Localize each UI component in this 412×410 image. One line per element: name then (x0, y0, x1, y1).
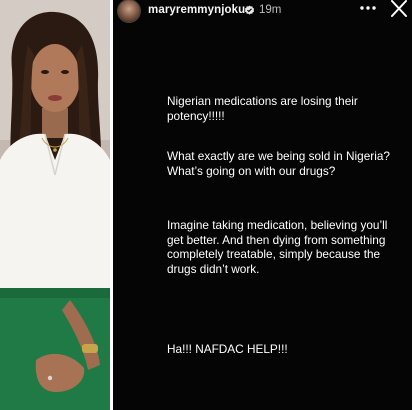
avatar[interactable] (118, 0, 140, 22)
story-paragraph-4: Ha!!! NAFDAC HELP!!! (167, 342, 399, 357)
story-text-4: Ha!!! NAFDAC HELP!!! (167, 342, 288, 356)
woman-portrait-image (0, 0, 110, 410)
story-paragraph-3: Imagine taking medication, believing you… (167, 218, 399, 276)
story-paragraph-2: What exactly are we being sold in Nigeri… (167, 149, 399, 178)
close-icon[interactable] (389, 0, 409, 18)
more-horizontal-icon[interactable] (358, 1, 378, 15)
username[interactable]: maryremmynjoku (148, 4, 245, 16)
time-ago: 19m (259, 4, 282, 16)
story-text-2: What exactly are we being sold in Nigeri… (167, 149, 390, 178)
story-panel[interactable]: maryremmynjoku 19m Nigerian medications … (113, 0, 412, 410)
story-text-3: Imagine taking medication, believing you… (167, 218, 388, 276)
story-header: maryremmynjoku 19m (113, 0, 412, 23)
story-paragraph-1: Nigerian medications are losing their po… (167, 94, 399, 123)
verified-badge-icon (244, 5, 255, 15)
story-text-1: Nigerian medications are losing their po… (167, 94, 358, 123)
profile-photo (0, 0, 110, 410)
